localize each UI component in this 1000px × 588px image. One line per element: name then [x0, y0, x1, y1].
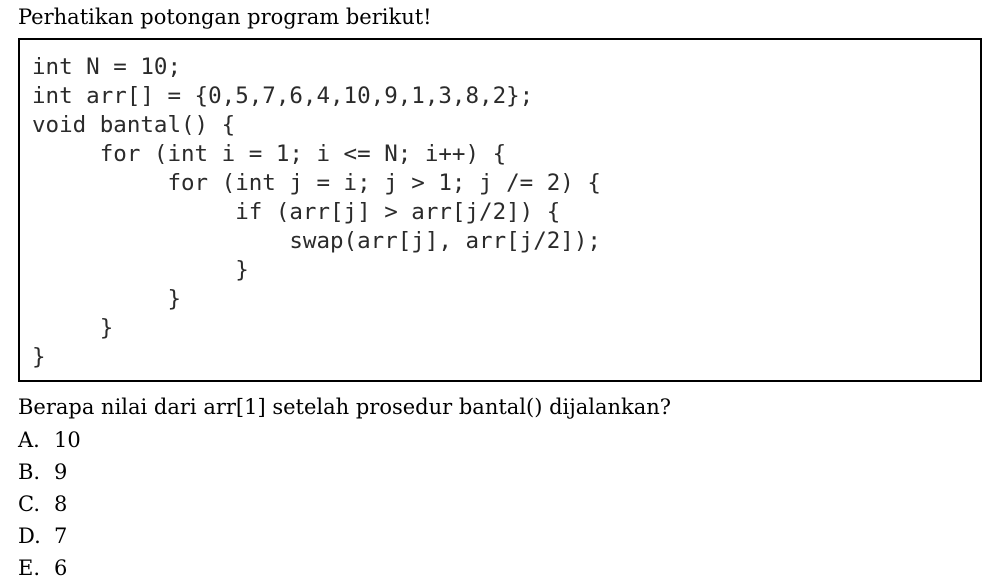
option-text: 6	[54, 556, 68, 580]
code-line: for (int i = 1; i <= N; i++) {	[32, 141, 507, 167]
code-line: void bantal() {	[32, 112, 236, 138]
code-line: if (arr[j] > arr[j/2]) {	[32, 199, 561, 225]
option-text: 7	[54, 524, 68, 548]
intro-text: Perhatikan potongan program berikut!	[18, 5, 432, 29]
code-line: }	[32, 315, 114, 341]
option-text: 10	[54, 428, 81, 452]
code-line: }	[32, 286, 182, 312]
option-a[interactable]: A. 10	[18, 424, 81, 456]
option-letter: A.	[18, 428, 40, 452]
option-letter: B.	[18, 460, 41, 484]
option-c[interactable]: C. 8	[18, 488, 81, 520]
option-letter: D.	[18, 524, 41, 548]
code-line: }	[32, 344, 46, 370]
code-line: for (int j = i; j > 1; j /= 2) {	[32, 170, 601, 196]
question-text: Berapa nilai dari arr[1] setelah prosedu…	[18, 395, 672, 419]
code-line: }	[32, 257, 249, 283]
code-line: int N = 10;	[32, 54, 182, 80]
option-d[interactable]: D. 7	[18, 520, 81, 552]
option-b[interactable]: B. 9	[18, 456, 81, 488]
answer-options: A. 10 B. 9 C. 8 D. 7 E. 6	[18, 424, 81, 584]
code-block: int N = 10; int arr[] = {0,5,7,6,4,10,9,1…	[32, 53, 601, 372]
option-e[interactable]: E. 6	[18, 552, 81, 584]
option-letter: E.	[18, 556, 41, 580]
code-box: int N = 10; int arr[] = {0,5,7,6,4,10,9,1…	[18, 38, 982, 382]
option-letter: C.	[18, 492, 40, 516]
option-text: 8	[54, 492, 68, 516]
option-text: 9	[54, 460, 68, 484]
code-line: swap(arr[j], arr[j/2]);	[32, 228, 601, 254]
code-line: int arr[] = {0,5,7,6,4,10,9,1,3,8,2};	[32, 83, 534, 109]
